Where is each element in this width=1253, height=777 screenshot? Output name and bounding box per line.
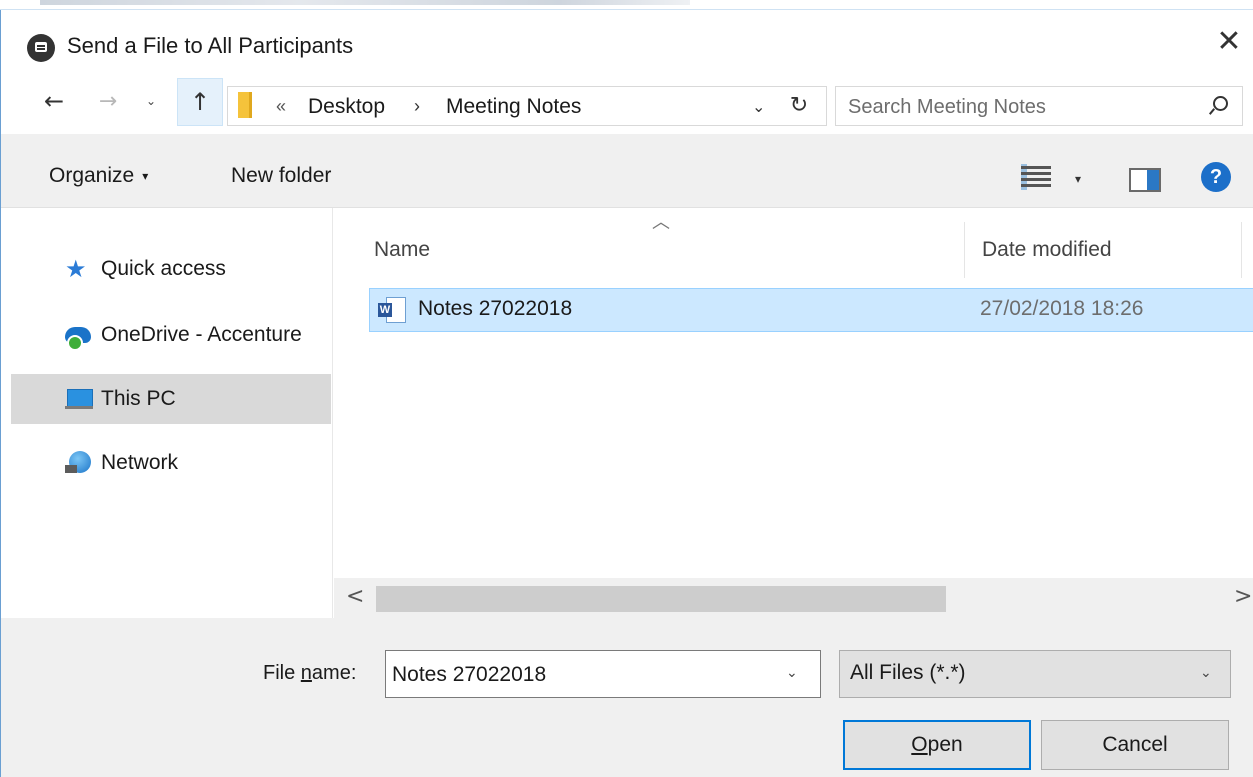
sort-ascending-icon: ︿ [652,212,670,233]
scroll-left-icon[interactable]: < [346,584,364,609]
sidebar-item-network[interactable]: Network [11,438,331,488]
organize-menu-button[interactable]: Organize ▾ [49,164,148,188]
scrollbar-thumb[interactable] [376,586,946,612]
network-icon [65,451,93,475]
folder-icon [238,92,252,118]
dialog-title: Send a File to All Participants [67,33,354,58]
chat-app-icon [27,34,55,62]
breadcrumb-overflow-icon[interactable]: « [276,96,286,117]
organize-label: Organize [49,164,135,187]
file-type-select[interactable]: All Files (*.*) ⌄ [839,650,1231,698]
file-name-label-post: ame: [311,662,357,684]
address-bar[interactable]: « Desktop › Meeting Notes ⌄ ↻ [227,86,827,126]
scroll-right-icon[interactable]: > [1234,584,1252,609]
command-toolbar: Organize ▾ New folder ▾ ? [1,134,1253,208]
word-doc-letter: W [378,303,392,317]
file-dialog: Send a File to All Participants ✕ ← → ⌄ … [0,10,1253,777]
breadcrumb-meeting-notes[interactable]: Meeting Notes [446,95,581,119]
view-line [1021,166,1051,169]
view-options-caret-icon[interactable]: ▾ [1075,172,1081,186]
details-view-icon[interactable] [1021,164,1051,190]
help-icon[interactable]: ? [1201,162,1231,192]
search-box[interactable]: Search Meeting Notes [835,86,1243,126]
sidebar-item-label: Quick access [101,257,226,280]
view-line [1021,178,1051,181]
column-header-date-modified[interactable]: Date modified [982,238,1112,262]
preview-pane-icon[interactable] [1129,168,1161,192]
navigation-pane: ★ Quick access OneDrive - Accenture This… [1,208,333,635]
file-name-label: File name: [263,662,356,685]
word-doc-icon: W [378,297,406,323]
this-pc-icon [65,387,93,411]
file-name-label-accel: n [300,662,312,684]
sidebar-item-quick-access[interactable]: ★ Quick access [11,244,331,294]
horizontal-scrollbar[interactable]: < > [334,578,1253,618]
background-window-strip [0,0,1253,10]
file-name-dropdown-icon[interactable]: ⌄ [786,665,798,681]
view-line [1021,184,1051,187]
column-header-name[interactable]: Name [374,238,430,262]
open-accel: O [911,733,928,756]
cancel-button[interactable]: Cancel [1041,720,1229,770]
title-bar: Send a File to All Participants ✕ [1,10,1253,74]
back-button[interactable]: ← [35,82,73,120]
date-modified-cell: 27/02/2018 18:26 [980,297,1144,320]
file-type-value: All Files (*.*) [850,661,966,684]
table-row[interactable]: W Notes 27022018 27/02/2018 18:26 [369,288,1253,332]
view-line [1021,172,1051,175]
breadcrumb-desktop[interactable]: Desktop [308,95,385,119]
column-resize-handle[interactable] [964,222,965,278]
file-name-input[interactable]: Notes 27022018 ⌄ [385,650,821,698]
search-input[interactable]: Search Meeting Notes [848,96,1046,119]
navigation-bar: ← → ⌄ ↑ « Desktop › Meeting Notes ⌄ ↻ Se… [1,74,1253,134]
breadcrumb-separator-icon[interactable]: › [414,96,420,117]
background-window-blur [40,0,690,5]
search-icon[interactable] [1208,96,1228,116]
sidebar-item-this-pc[interactable]: This PC [11,374,331,424]
new-folder-button[interactable]: New folder [231,164,331,188]
organize-caret-icon: ▾ [142,169,149,184]
file-name-cell: Notes 27022018 [418,297,573,320]
star-icon: ★ [65,255,87,283]
recent-locations-chevron-icon[interactable]: ⌄ [139,82,163,120]
open-button[interactable]: Open [843,720,1031,770]
open-rest: pen [927,733,963,756]
sidebar-item-label: Network [101,451,179,474]
sidebar-item-label: This PC [101,387,176,410]
file-name-label-pre: File [263,662,301,684]
sidebar-item-label: OneDrive - Accenture [101,323,302,346]
forward-button[interactable]: → [89,82,127,120]
close-icon[interactable]: ✕ [1211,24,1247,60]
dialog-footer: File name: Notes 27022018 ⌄ All Files (*… [1,618,1253,777]
file-type-dropdown-icon[interactable]: ⌄ [1200,665,1212,681]
onedrive-icon [65,323,93,351]
file-name-value[interactable]: Notes 27022018 [392,663,546,687]
column-resize-handle[interactable] [1241,222,1242,278]
sidebar-item-onedrive[interactable]: OneDrive - Accenture [11,310,331,360]
file-list: ︿ Name Date modified W Notes 27022018 27… [334,208,1253,635]
address-dropdown-icon[interactable]: ⌄ [752,97,765,116]
refresh-icon[interactable]: ↻ [784,91,814,121]
up-folder-button[interactable]: ↑ [177,78,223,126]
